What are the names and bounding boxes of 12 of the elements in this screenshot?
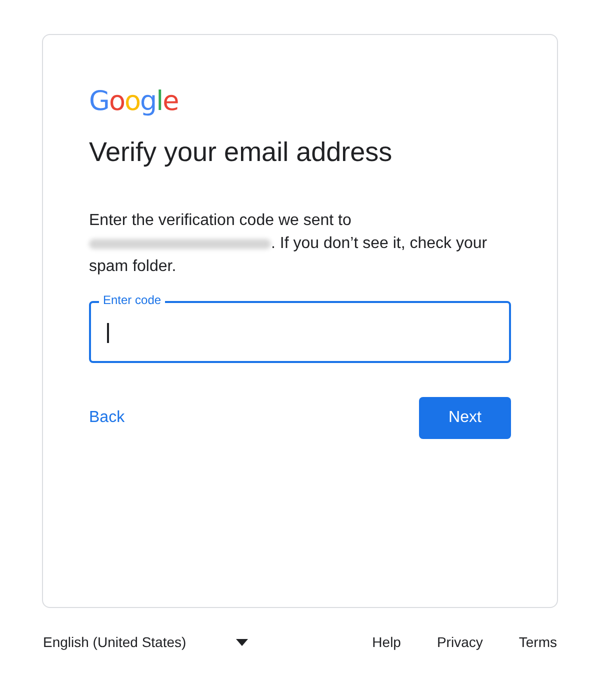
footer-link[interactable]: Privacy — [436, 634, 483, 650]
back-button[interactable]: Back — [89, 399, 125, 437]
logo: Google — [89, 87, 178, 117]
footer-link[interactable]: Help — [372, 634, 401, 650]
language-dropdown[interactable]: English (United States) — [43, 634, 248, 650]
footer-link[interactable]: Terms — [518, 634, 557, 650]
message-text: spam folder. — [89, 257, 176, 277]
message-text: Enter the verification code we sent to — [89, 211, 352, 231]
dropdown-icon — [236, 638, 248, 646]
next-button[interactable]: Next — [419, 397, 511, 439]
message-text: . If you don’t see it, check your — [271, 234, 488, 254]
page-title: Verify your email address — [89, 136, 394, 169]
